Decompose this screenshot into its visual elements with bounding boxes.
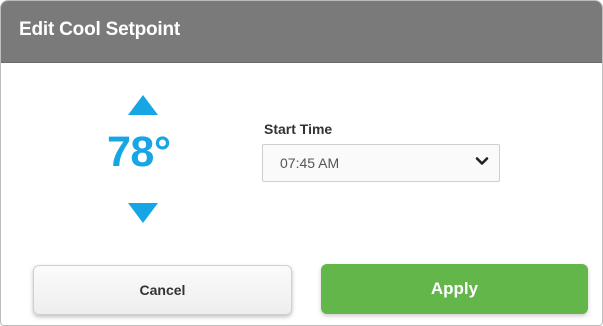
decrease-setpoint-icon[interactable] xyxy=(128,203,158,223)
start-time-label: Start Time xyxy=(264,121,333,137)
dialog-title: Edit Cool Setpoint xyxy=(19,19,181,40)
start-time-select[interactable]: 07:45 AM xyxy=(262,144,500,182)
cancel-button-label: Cancel xyxy=(139,282,186,298)
edit-setpoint-dialog: Edit Cool Setpoint 78° Start Time 07:45 … xyxy=(0,0,603,326)
apply-button-label: Apply xyxy=(430,279,479,298)
apply-button[interactable]: Apply xyxy=(321,264,588,314)
cancel-button[interactable]: Cancel xyxy=(33,265,292,315)
chevron-down-icon xyxy=(475,157,489,165)
setpoint-control: 78° xyxy=(97,91,197,231)
dialog-titlebar: Edit Cool Setpoint xyxy=(1,1,602,63)
setpoint-value: 78° xyxy=(107,128,171,176)
start-time-value: 07:45 AM xyxy=(280,155,340,171)
increase-setpoint-icon[interactable] xyxy=(128,95,158,115)
